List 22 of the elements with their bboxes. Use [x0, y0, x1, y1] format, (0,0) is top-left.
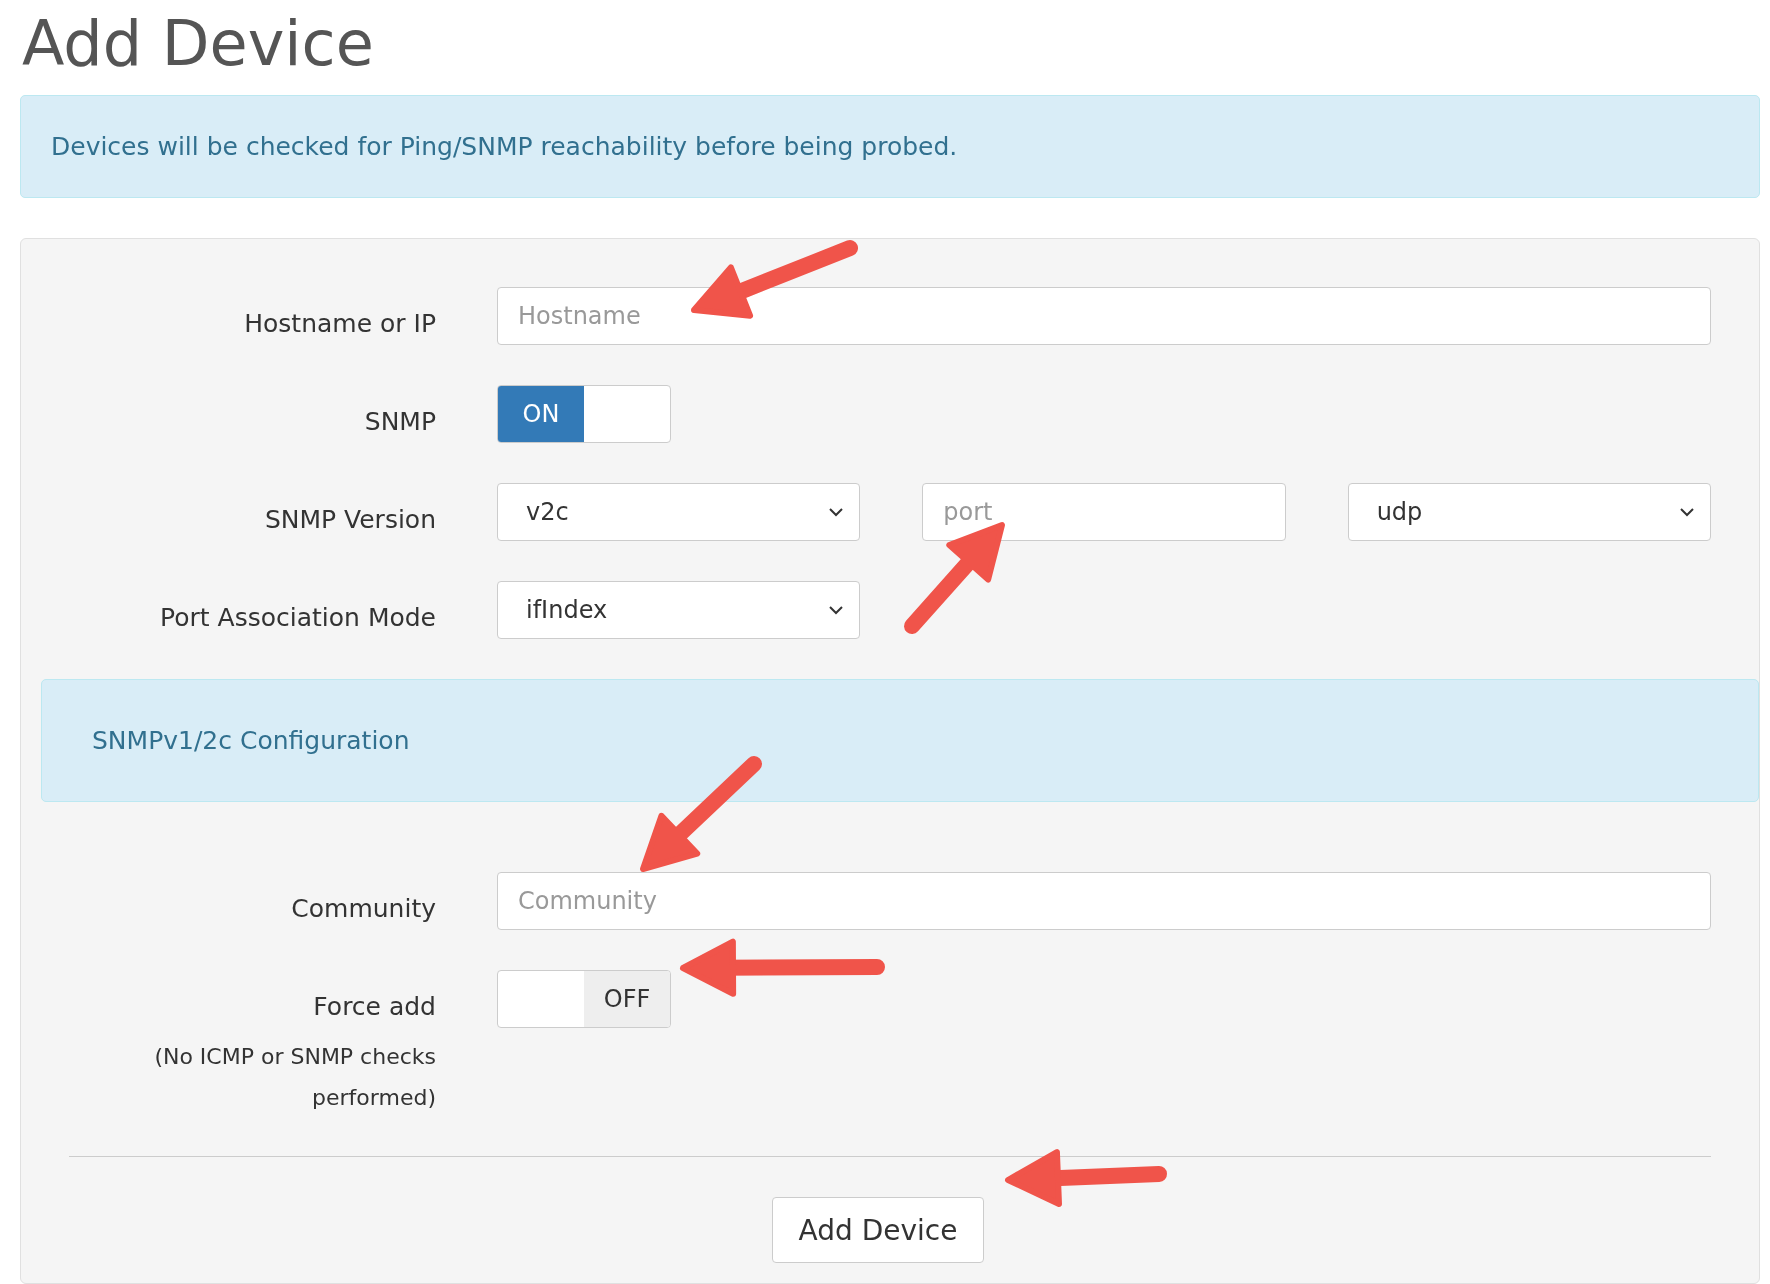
- port-field[interactable]: port: [922, 483, 1286, 541]
- add-device-button[interactable]: Add Device: [771, 1197, 985, 1263]
- toggle-switch[interactable]: ON: [497, 385, 671, 443]
- field-label: Hostname or IP: [244, 308, 436, 340]
- transport-select[interactable]: udp: [1347, 483, 1711, 541]
- field-label: SNMP: [364, 406, 436, 438]
- field-label: SNMP Version: [264, 504, 436, 536]
- chevron-icon: [829, 605, 844, 615]
- field-label: Force add: [313, 991, 436, 1023]
- info-alert: Devices will be checked for Ping/SNMP reachability before being probed.: [20, 95, 1760, 198]
- chevron-icon: [1680, 507, 1694, 517]
- field-label: Port Association Mode: [160, 602, 436, 634]
- chevron-icon: [829, 507, 844, 517]
- mode-select[interactable]: ifIndex: [497, 581, 861, 639]
- version-select[interactable]: v2c: [497, 483, 861, 541]
- text-field[interactable]: Community: [497, 872, 1711, 930]
- field-note: (No ICMP or SNMP checks performed): [153, 1043, 436, 1112]
- page-title: Add Device: [21, 6, 375, 82]
- field-label: Community: [291, 893, 436, 925]
- text-field[interactable]: Hostname: [497, 287, 1711, 345]
- section-header: SNMPv1/2c Configuration: [41, 679, 1759, 802]
- toggle-switch[interactable]: OFF: [497, 970, 671, 1028]
